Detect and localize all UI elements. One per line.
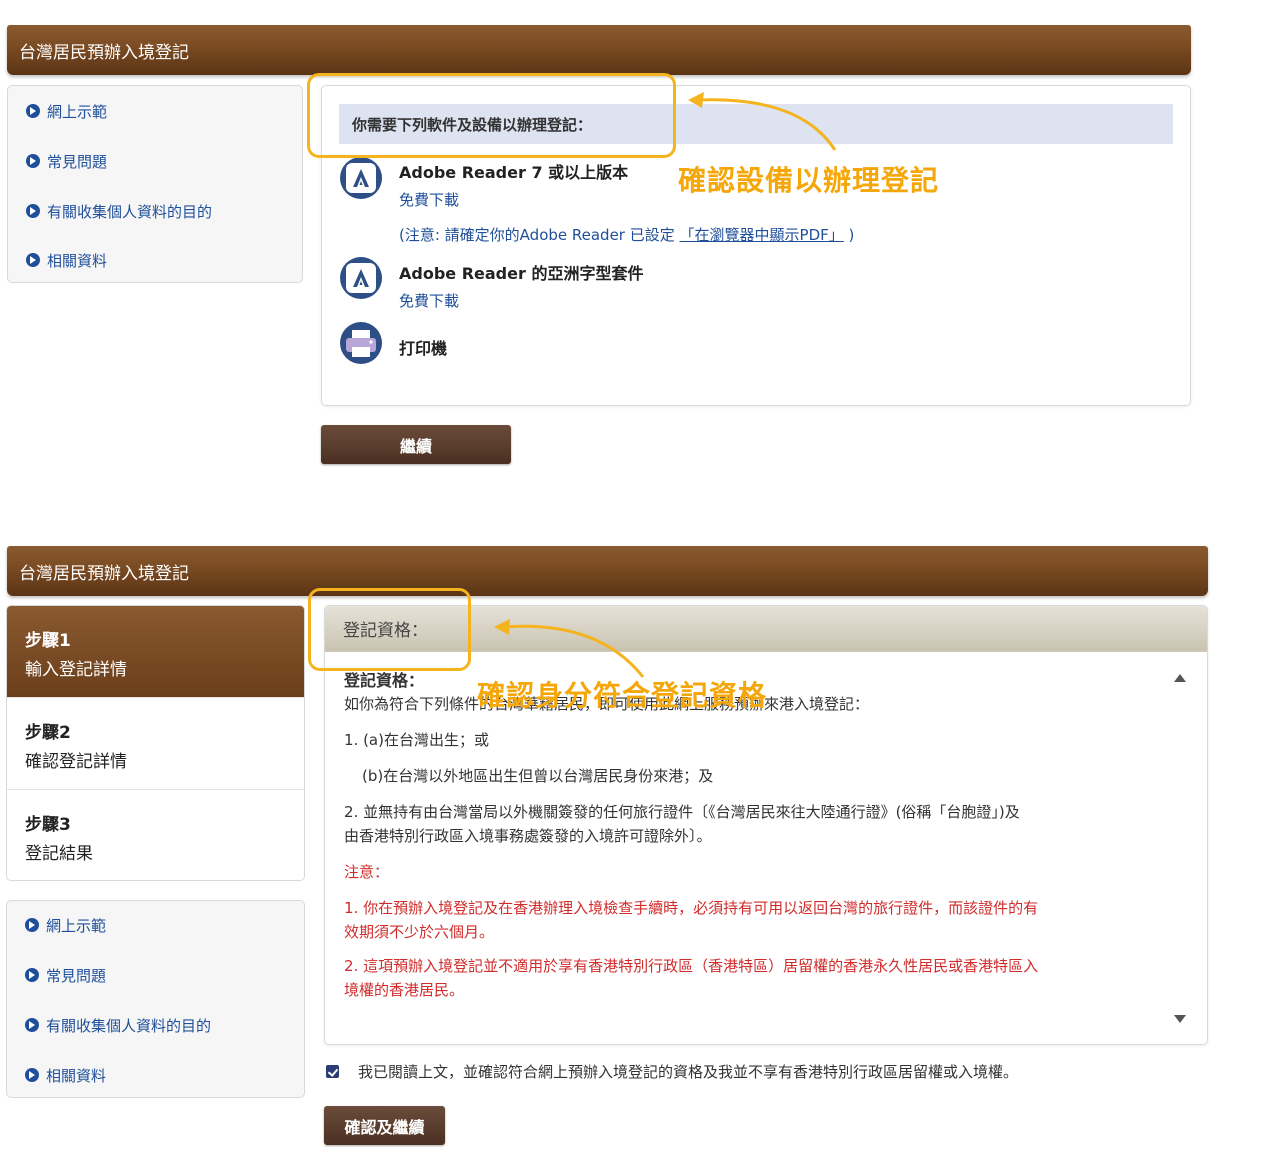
- sidebar-item-privacy[interactable]: 有關收集個人資料的目的: [26, 201, 212, 221]
- arrow-circle-icon: [25, 968, 39, 982]
- page-header-1: 台灣居民預辦入境登記: [7, 25, 1191, 75]
- sidebar-item-privacy[interactable]: 有關收集個人資料的目的: [25, 1015, 211, 1035]
- printer-label: 打印機: [399, 339, 448, 358]
- adobe-reader-label: Adobe Reader 7 或以上版本: [399, 163, 629, 182]
- confirm-continue-button[interactable]: 確認及繼續: [324, 1106, 445, 1145]
- scroll-down-icon[interactable]: [1174, 1015, 1186, 1023]
- condition-2: 2. 並無持有由台灣當局以外機關簽發的任何旅行證件〔《台灣居民來往大陸通行證》(…: [344, 803, 1020, 845]
- condition-1b: (b)在台灣以外地區出生但曾以台灣居民身份來港；及: [362, 767, 714, 785]
- sidebar-item-related[interactable]: 相關資料: [25, 1065, 106, 1085]
- annotation-text-requirements: 確認設備以辦理登記: [678, 164, 940, 197]
- continue-button[interactable]: 繼續: [321, 425, 511, 464]
- annotation-arrow-1: [688, 92, 837, 151]
- annotation-highlight-requirements: [307, 73, 676, 158]
- step-3: 步驟3 登記結果: [25, 815, 93, 864]
- sidebar-item-demo[interactable]: 網上示範: [26, 101, 107, 121]
- sidebar-item-faq[interactable]: 常見問題: [26, 151, 107, 171]
- arrow-circle-icon: [26, 104, 40, 118]
- annotation-highlight-eligibility: [308, 588, 471, 671]
- agree-text: 我已閱讀上文，並確認符合網上預辦入境登記的資格及我並不享有香港特別行政區居留權或…: [358, 1063, 1019, 1081]
- sidebar-1: 網上示範 常見問題 有關收集個人資料的目的 相關資料: [7, 85, 303, 283]
- font-pack-download-link[interactable]: 免費下載: [399, 290, 459, 311]
- eligibility-panel: 登記資格： 登記資格： 如你為符合下列條件的台灣華籍居民，即可使用此網上服務預辦…: [324, 605, 1208, 1045]
- pdf-browser-setting-link[interactable]: 「在瀏覽器中顯示PDF」: [680, 226, 844, 244]
- scroll-up-icon[interactable]: [1174, 674, 1186, 682]
- step-1: 步驟1 輸入登記詳情: [7, 606, 304, 698]
- adobe-reader-download-link[interactable]: 免費下載: [399, 189, 459, 210]
- arrow-circle-icon: [26, 253, 40, 267]
- agree-checkbox[interactable]: [326, 1065, 339, 1078]
- arrow-circle-icon: [26, 154, 40, 168]
- page-header-title: 台灣居民預辦入境登記: [19, 42, 189, 63]
- adobe-reader-icon: [340, 157, 382, 199]
- sidebar-item-related[interactable]: 相關資料: [26, 250, 107, 270]
- step-2: 步驟2 確認登記詳情: [7, 698, 304, 790]
- arrow-circle-icon: [25, 1068, 39, 1082]
- scrollbar[interactable]: [1171, 666, 1189, 1026]
- annotation-text-eligibility: 確認身分符合登記資格: [477, 679, 768, 712]
- page-header-title: 台灣居民預辦入境登記: [19, 563, 189, 584]
- font-pack-label: Adobe Reader 的亞洲字型套件: [399, 264, 644, 283]
- arrow-circle-icon: [25, 918, 39, 932]
- eligibility-content: 登記資格： 如你為符合下列條件的台灣華籍居民，即可使用此網上服務預辦來港入境登記…: [344, 670, 1174, 1002]
- adobe-font-pack-icon: [340, 257, 382, 299]
- arrow-circle-icon: [25, 1018, 39, 1032]
- note-2: 2. 這項預辦入境登記並不適用於享有香港特別行政區（香港特區）居留權的香港永久性…: [344, 957, 1039, 999]
- annotation-arrow-2: [494, 619, 645, 678]
- pdf-note: (注意: 請確定你的Adobe Reader 已設定 「在瀏覽器中顯示PDF」 …: [399, 226, 855, 244]
- note-title: 注意：: [344, 863, 390, 881]
- sidebar-item-demo[interactable]: 網上示範: [25, 915, 106, 935]
- condition-1a: 1. (a)在台灣出生；或: [344, 731, 489, 749]
- sidebar-2: 網上示範 常見問題 有關收集個人資料的目的 相關資料: [6, 900, 305, 1098]
- printer-icon: [340, 322, 382, 364]
- arrow-circle-icon: [26, 204, 40, 218]
- steps-panel: 步驟1 輸入登記詳情 步驟2 確認登記詳情 步驟3 登記結果: [6, 605, 305, 881]
- page-header-2: 台灣居民預辦入境登記: [7, 546, 1208, 596]
- sidebar-item-faq[interactable]: 常見問題: [25, 965, 106, 985]
- note-1: 1. 你在預辦入境登記及在香港辦理入境檢查手續時，必須持有可用以返回台灣的旅行證…: [344, 899, 1039, 941]
